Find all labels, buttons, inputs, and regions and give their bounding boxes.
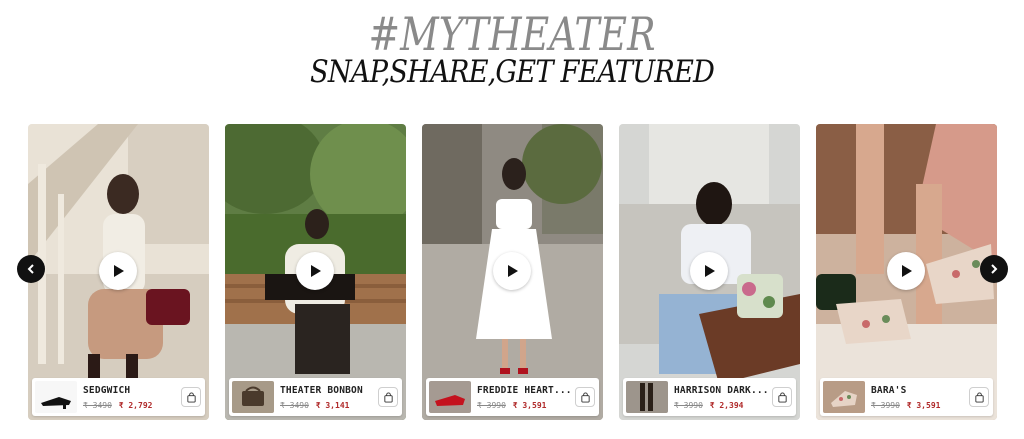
sale-price: ₹ 3,141 [315,400,350,410]
add-to-bag-button[interactable] [969,387,989,407]
shopping-bag-icon [974,391,984,403]
product-name[interactable]: FREDDIE HEART... [477,385,575,396]
video-card[interactable]: BARA'S ₹ 3990 ₹ 3,591 [816,124,997,420]
product-name[interactable]: THEATER BONBON [280,385,378,396]
product-strip[interactable]: THEATER BONBON ₹ 3490 ₹ 3,141 [229,378,402,416]
play-button[interactable] [493,252,531,290]
play-button[interactable] [690,252,728,290]
carousel-prev-button[interactable] [17,255,45,283]
product-name[interactable]: BARA'S [871,385,969,396]
original-price: ₹ 3490 [83,400,112,410]
video-card[interactable]: HARRISON DARK... ₹ 3990 ₹ 2,394 [619,124,800,420]
add-to-bag-button[interactable] [772,387,792,407]
play-button[interactable] [99,252,137,290]
hashtag-title: #MYTHEATER [368,7,656,61]
product-thumbnail [35,381,77,413]
play-icon [705,265,715,277]
play-button[interactable] [887,252,925,290]
shopping-bag-icon [186,391,196,403]
product-strip[interactable]: FREDDIE HEART... ₹ 3990 ₹ 3,591 [426,378,599,416]
play-icon [114,265,124,277]
sale-price: ₹ 2,792 [118,400,153,410]
original-price: ₹ 3990 [871,400,900,410]
add-to-bag-button[interactable] [181,387,201,407]
carousel-next-button[interactable] [980,255,1008,283]
product-thumbnail [823,381,865,413]
chevron-left-icon [27,264,34,274]
original-price: ₹ 3990 [477,400,506,410]
play-button[interactable] [296,252,334,290]
video-card[interactable]: SEDGWICH ₹ 3490 ₹ 2,792 [28,124,209,420]
original-price: ₹ 3490 [280,400,309,410]
shopping-bag-icon [777,391,787,403]
video-card[interactable]: FREDDIE HEART... ₹ 3990 ₹ 3,591 [422,124,603,420]
original-price: ₹ 3990 [674,400,703,410]
video-card[interactable]: THEATER BONBON ₹ 3490 ₹ 3,141 [225,124,406,420]
product-strip[interactable]: HARRISON DARK... ₹ 3990 ₹ 2,394 [623,378,796,416]
product-name[interactable]: HARRISON DARK... [674,385,772,396]
tagline: SNAP,SHARE,GET FEATURED [310,54,715,90]
play-icon [902,265,912,277]
shopping-bag-icon [580,391,590,403]
add-to-bag-button[interactable] [378,387,398,407]
ugc-carousel: SEDGWICH ₹ 3490 ₹ 2,792 THEATER BONBON ₹… [28,124,998,420]
product-thumbnail [232,381,274,413]
add-to-bag-button[interactable] [575,387,595,407]
play-icon [508,265,518,277]
shopping-bag-icon [383,391,393,403]
product-name[interactable]: SEDGWICH [83,385,181,396]
sale-price: ₹ 2,394 [709,400,744,410]
product-strip[interactable]: BARA'S ₹ 3990 ₹ 3,591 [820,378,993,416]
product-thumbnail [626,381,668,413]
sale-price: ₹ 3,591 [512,400,547,410]
sale-price: ₹ 3,591 [906,400,941,410]
chevron-right-icon [991,264,998,274]
product-strip[interactable]: SEDGWICH ₹ 3490 ₹ 2,792 [32,378,205,416]
play-icon [311,265,321,277]
product-thumbnail [429,381,471,413]
